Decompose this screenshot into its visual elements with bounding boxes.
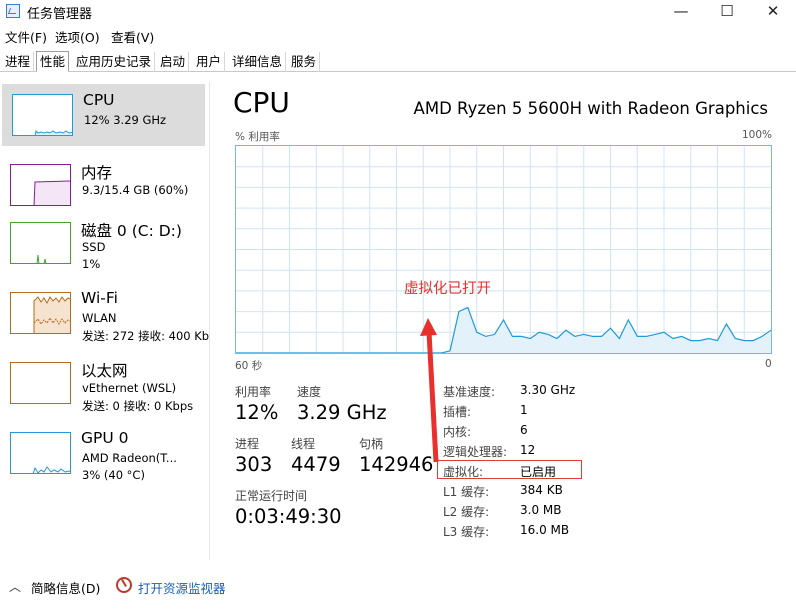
sidebar-item-cpu[interactable]: CPU 12% 3.29 GHz <box>2 84 205 146</box>
threads-value: 4479 <box>291 453 341 476</box>
virtualization-highlight-box <box>437 460 582 479</box>
uptime-label: 正常运行时间 <box>235 489 308 503</box>
l1-cache-label: L1 缓存: <box>443 485 490 499</box>
l3-cache-value: 16.0 MB <box>520 523 570 537</box>
menu-options[interactable]: 选项(O) <box>55 27 100 46</box>
tab-details[interactable]: 详细信息 <box>229 52 287 72</box>
utilization-value: 12% <box>235 401 279 424</box>
cpu-thumbnail <box>12 94 73 136</box>
fewer-details-button[interactable]: 简略信息(D) <box>31 578 100 597</box>
sidebar-item-ethernet[interactable]: 以太网 vEthernet (WSL) 发送: 0 接收: 0 Kbps <box>0 352 210 414</box>
sidebar-item-gpu[interactable]: GPU 0 AMD Radeon(T... 3% (40 °C) <box>0 422 210 484</box>
resource-sidebar: CPU 12% 3.29 GHz 内存 9.3/15.4 GB (60%) 磁盘… <box>0 82 210 560</box>
processes-value: 303 <box>235 453 273 476</box>
l2-cache-value: 3.0 MB <box>520 503 562 517</box>
sidebar-ethernet-adapter: vEthernet (WSL) <box>82 381 177 395</box>
cores-value: 6 <box>520 423 528 437</box>
sidebar-item-disk[interactable]: 磁盘 0 (C: D:) SSD 1% <box>0 212 210 274</box>
cores-label: 内核: <box>443 425 472 439</box>
cpu-graph-svg <box>236 146 771 353</box>
logical-processors-value: 12 <box>520 443 536 457</box>
wifi-thumbnail <box>10 292 71 334</box>
disk-thumbnail <box>10 222 71 264</box>
tab-processes[interactable]: 进程 <box>2 52 35 72</box>
speed-value: 3.29 GHz <box>297 401 387 424</box>
graph-time-start-label: 60 秒 <box>235 360 263 372</box>
tab-services[interactable]: 服务 <box>288 52 321 72</box>
base-speed-value: 3.30 GHz <box>520 383 576 397</box>
virtualization-annotation: 虚拟化已打开 <box>404 281 491 297</box>
gpu-thumbnail <box>10 432 71 474</box>
l2-cache-label: L2 缓存: <box>443 505 490 519</box>
cpu-utilization-graph <box>235 145 772 354</box>
resource-monitor-icon[interactable] <box>116 577 132 593</box>
graph-time-end-label: 0 <box>765 358 772 370</box>
sidebar-gpu-usage: 3% (40 °C) <box>82 468 145 482</box>
l1-cache-value: 384 KB <box>520 483 563 497</box>
tab-app-history[interactable]: 应用历史记录 <box>73 52 156 72</box>
graph-utilization-label: % 利用率 <box>235 131 280 143</box>
sidebar-disk-title: 磁盘 0 (C: D:) <box>81 222 182 240</box>
threads-label: 线程 <box>291 437 316 451</box>
uptime-value: 0:03:49:30 <box>235 505 342 528</box>
close-button[interactable]: ✕ <box>750 0 796 24</box>
sockets-value: 1 <box>520 403 528 417</box>
window-title: 任务管理器 <box>27 7 93 22</box>
sidebar-wifi-adapter: WLAN <box>82 311 117 325</box>
tab-startup[interactable]: 启动 <box>157 52 190 72</box>
speed-label: 速度 <box>297 385 322 399</box>
sidebar-cpu-title: CPU <box>83 91 115 109</box>
maximize-button[interactable]: ☐ <box>704 0 750 24</box>
sidebar-divider <box>209 82 210 560</box>
sidebar-cpu-usage: 12% 3.29 GHz <box>84 113 167 127</box>
task-manager-icon <box>6 4 20 18</box>
menu-file[interactable]: 文件(F) <box>5 27 47 46</box>
sidebar-disk-type: SSD <box>82 240 106 254</box>
sidebar-ethernet-title: 以太网 <box>81 362 128 380</box>
page-title: CPU <box>233 86 290 119</box>
ethernet-thumbnail <box>10 362 71 404</box>
l3-cache-label: L3 缓存: <box>443 525 490 539</box>
menu-view[interactable]: 查看(V) <box>111 27 154 46</box>
tab-bar: 进程 性能 应用历史记录 启动 用户 详细信息 服务 <box>0 50 796 72</box>
sidebar-disk-usage: 1% <box>82 257 101 271</box>
tab-performance[interactable]: 性能 <box>36 51 70 72</box>
open-resource-monitor-link[interactable]: 打开资源监视器 <box>138 578 226 597</box>
handles-value: 142946 <box>359 453 434 476</box>
sidebar-gpu-name: AMD Radeon(T... <box>82 451 177 465</box>
graph-max-label: 100% <box>741 129 772 141</box>
cpu-model-name: AMD Ryzen 5 5600H with Radeon Graphics <box>413 99 768 118</box>
base-speed-label: 基准速度: <box>443 385 496 399</box>
sidebar-wifi-title: Wi-Fi <box>81 289 118 307</box>
tab-users[interactable]: 用户 <box>193 52 226 72</box>
sidebar-item-memory[interactable]: 内存 9.3/15.4 GB (60%) <box>0 154 210 216</box>
chevron-up-icon[interactable]: ︿ <box>9 578 21 595</box>
sidebar-memory-usage: 9.3/15.4 GB (60%) <box>82 183 189 197</box>
sockets-label: 插槽: <box>443 405 472 419</box>
title-bar: 任务管理器 — ☐ ✕ <box>0 0 796 24</box>
handles-label: 句柄 <box>359 437 384 451</box>
bottom-bar: ︿ 简略信息(D) 打开资源监视器 <box>0 572 796 600</box>
memory-thumbnail <box>10 164 71 206</box>
utilization-label: 利用率 <box>235 385 272 399</box>
logical-processors-label: 逻辑处理器: <box>443 445 508 459</box>
sidebar-memory-title: 内存 <box>81 164 113 182</box>
sidebar-ethernet-throughput: 发送: 0 接收: 0 Kbps <box>82 399 194 413</box>
processes-label: 进程 <box>235 437 260 451</box>
minimize-button[interactable]: — <box>658 0 704 24</box>
sidebar-wifi-throughput: 发送: 272 接收: 400 Kb <box>82 329 210 343</box>
sidebar-gpu-title: GPU 0 <box>81 429 129 447</box>
sidebar-item-wifi[interactable]: Wi-Fi WLAN 发送: 272 接收: 400 Kb <box>0 282 210 344</box>
